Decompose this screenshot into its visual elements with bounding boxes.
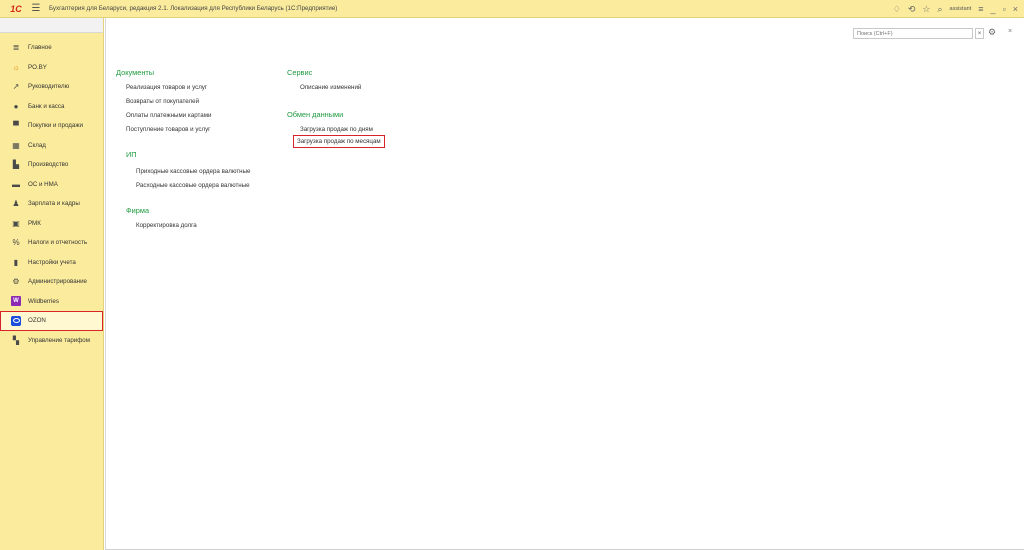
percent-icon: % bbox=[12, 238, 20, 248]
sidebar-item-label: Администрирование bbox=[28, 278, 88, 286]
sidebar-item-label: Налоги и отчетность bbox=[28, 239, 88, 247]
sidebar: ≣ Главное ☼ PO.BY ↗ Руководителю ● Банк … bbox=[0, 18, 104, 550]
sidebar-item-label: РМК bbox=[28, 219, 41, 227]
truck-icon: ▬ bbox=[12, 179, 20, 189]
section-title-exchange: Обмен данными bbox=[287, 110, 344, 119]
settings-icon[interactable]: ≡ bbox=[978, 4, 983, 14]
user-name[interactable]: assistant bbox=[950, 6, 972, 12]
search-box[interactable] bbox=[853, 28, 973, 39]
wildberries-icon: W bbox=[11, 296, 21, 307]
sidebar-item-label: Настройки учета bbox=[28, 258, 76, 266]
section-title-documents: Документы bbox=[116, 68, 155, 77]
sidebar-item-admin[interactable]: ⚙ Администрирование bbox=[0, 272, 103, 292]
window-title: Бухгалтерия для Беларуси, редакция 2.1. … bbox=[49, 5, 338, 12]
history-icon[interactable]: ⟲ bbox=[908, 4, 916, 15]
section-title-service: Сервис bbox=[287, 68, 313, 77]
sidebar-menu: ≣ Главное ☼ PO.BY ↗ Руководителю ● Банк … bbox=[0, 33, 103, 350]
sidebar-item-label: Wildberries bbox=[28, 297, 59, 305]
link-sales-by-months[interactable]: Загрузка продаж по месяцам bbox=[293, 135, 385, 148]
sidebar-item-ozon[interactable]: OZON bbox=[0, 311, 103, 331]
gear-icon: ⚙ bbox=[12, 277, 20, 287]
warehouse-icon: ▦ bbox=[12, 140, 20, 150]
sidebar-item-settings[interactable]: ▮ Настройки учета bbox=[0, 253, 103, 273]
sidebar-item-purchases[interactable]: ▀ Покупки и продажи bbox=[0, 116, 103, 136]
close-icon[interactable]: × bbox=[1013, 4, 1018, 14]
maximize-icon[interactable]: ▫ bbox=[1003, 4, 1006, 14]
search-clear-button[interactable]: × bbox=[975, 28, 984, 39]
sidebar-item-wildberries[interactable]: W Wildberries bbox=[0, 292, 103, 312]
close-icon[interactable]: × bbox=[1008, 28, 1012, 35]
sidebar-item-label: Склад bbox=[28, 141, 46, 149]
sidebar-item-taxes[interactable]: % Налоги и отчетность bbox=[0, 233, 103, 253]
sidebar-item-tariff[interactable]: ▚ Управление тарифом bbox=[0, 331, 103, 351]
sidebar-item-poby[interactable]: ☼ PO.BY bbox=[0, 58, 103, 78]
factory-icon: ▙ bbox=[12, 160, 20, 170]
register-icon: ▣ bbox=[12, 218, 20, 228]
link-debt-adjustment[interactable]: Корректировка долга bbox=[136, 222, 197, 229]
title-bar-controls: ♢ ⟲ ☆ ⌕ assistant ≡ _ ▫ × bbox=[893, 0, 1018, 18]
link-outgoing-cash-orders[interactable]: Расходные кассовые ордера валютные bbox=[136, 182, 250, 189]
sidebar-item-os-nma[interactable]: ▬ ОС и НМА bbox=[0, 175, 103, 195]
sidebar-item-production[interactable]: ▙ Производство bbox=[0, 155, 103, 175]
link-card-payments[interactable]: Оплаты платежными картами bbox=[126, 112, 211, 119]
gear-icon[interactable]: ⚙ bbox=[988, 27, 996, 38]
sidebar-item-salary[interactable]: ♟ Зарплата и кадры bbox=[0, 194, 103, 214]
sidebar-item-label: Зарплата и кадры bbox=[28, 200, 80, 208]
section-title-firma: Фирма bbox=[126, 206, 150, 215]
sidebar-item-rmk[interactable]: ▣ РМК bbox=[0, 214, 103, 234]
menu-lines-icon: ≣ bbox=[12, 43, 20, 53]
link-receipts[interactable]: Поступление товаров и услуг bbox=[126, 126, 210, 133]
sidebar-item-label: OZON bbox=[28, 317, 46, 325]
cart-icon: ▀ bbox=[13, 121, 19, 131]
link-incoming-cash-orders[interactable]: Приходные кассовые ордера валютные bbox=[136, 168, 251, 175]
sidebar-top-strip bbox=[0, 18, 103, 33]
search-input[interactable] bbox=[854, 29, 972, 38]
bell-icon[interactable]: ♢ bbox=[893, 4, 901, 15]
star-icon[interactable]: ☆ bbox=[922, 4, 930, 15]
sidebar-item-glavnoe[interactable]: ≣ Главное bbox=[0, 38, 103, 58]
sidebar-item-label: Банк и касса bbox=[28, 102, 65, 110]
sidebar-item-label: Главное bbox=[28, 44, 52, 52]
section-title-ip: ИП bbox=[126, 150, 137, 159]
trend-icon: ↗ bbox=[12, 82, 20, 92]
minimize-icon[interactable]: _ bbox=[991, 4, 996, 14]
sidebar-item-label: Руководителю bbox=[28, 83, 70, 91]
link-sales[interactable]: Реализация товаров и услуг bbox=[126, 84, 207, 91]
sun-icon: ☼ bbox=[12, 62, 20, 72]
main-panel: × ⚙ × Документы Реализация товаров и усл… bbox=[105, 18, 1024, 550]
ozon-icon bbox=[11, 315, 21, 326]
sidebar-item-label: Покупки и продажи bbox=[28, 122, 83, 130]
hamburger-icon[interactable]: ☰ bbox=[29, 0, 43, 18]
grid-icon: ▚ bbox=[12, 335, 20, 345]
link-sales-by-days[interactable]: Загрузка продаж по дням bbox=[300, 126, 373, 133]
person-icon: ♟ bbox=[12, 199, 20, 209]
app-logo: 1С bbox=[10, 3, 22, 14]
title-bar: 1С ☰ Бухгалтерия для Беларуси, редакция … bbox=[0, 0, 1024, 18]
sidebar-item-label: ОС и НМА bbox=[28, 180, 58, 188]
sidebar-item-rukovoditelyu[interactable]: ↗ Руководителю bbox=[0, 77, 103, 97]
search-icon[interactable]: ⌕ bbox=[937, 4, 942, 15]
sidebar-item-label: PO.BY bbox=[28, 63, 47, 71]
link-returns[interactable]: Возвраты от покупателей bbox=[126, 98, 199, 105]
sidebar-item-label: Производство bbox=[28, 161, 69, 169]
book-icon: ▮ bbox=[13, 257, 19, 267]
sidebar-item-bank[interactable]: ● Банк и касса bbox=[0, 97, 103, 117]
link-change-description[interactable]: Описание изменений bbox=[300, 84, 361, 91]
coin-icon: ● bbox=[13, 101, 19, 111]
sidebar-item-label: Управление тарифом bbox=[28, 336, 91, 344]
sidebar-item-warehouse[interactable]: ▦ Склад bbox=[0, 136, 103, 156]
